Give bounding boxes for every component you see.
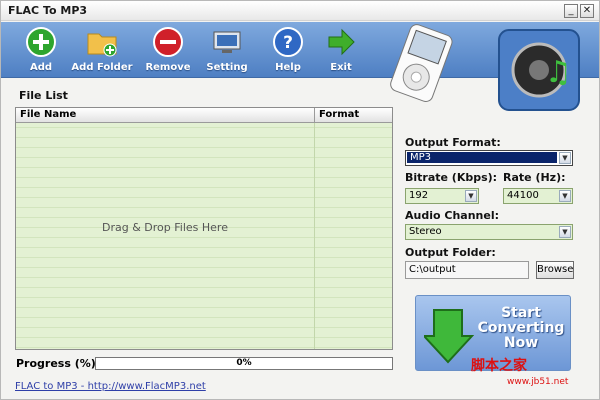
file-list-label: File List [19,89,68,102]
watermark-text: 脚本之家 [471,358,527,374]
bitrate-value: 192 [409,190,429,201]
setting-button[interactable]: Setting [196,24,258,76]
help-icon: ? [273,27,303,57]
exit-button[interactable]: Exit [310,24,372,76]
output-folder-input[interactable]: C:\output [405,261,529,279]
window-title: FLAC To MP3 [8,4,88,17]
bitrate-select[interactable]: 192 ▼ [405,188,479,204]
minus-circle-icon [153,27,183,57]
folder-add-icon [87,33,117,57]
chevron-down-icon[interactable]: ▼ [559,152,571,164]
minimize-button[interactable]: _ [564,4,578,18]
output-format-select[interactable]: MP3 ▼ [405,150,573,166]
column-file-name[interactable]: File Name [20,109,76,120]
progress-text: 0% [236,358,252,368]
audio-channel-select[interactable]: Stereo ▼ [405,224,573,240]
bitrate-label: Bitrate (Kbps): [405,171,498,184]
file-list-header: File Name Format [16,108,392,123]
output-format-label: Output Format: [405,136,501,149]
start-line-2: Converting [477,320,565,336]
start-line-1: Start [501,305,541,321]
start-line-3: Now [503,335,539,351]
output-format-value: MP3 [407,152,557,163]
column-separator [314,123,315,349]
exit-button-label: Exit [330,62,352,73]
chevron-down-icon[interactable]: ▼ [465,190,477,202]
add-folder-button[interactable]: Add Folder [71,24,133,76]
rate-label: Rate (Hz): [503,171,566,184]
rate-value: 44100 [507,190,539,201]
svg-text:?: ? [283,33,293,53]
add-button-label: Add [29,62,53,73]
close-button[interactable]: ✕ [580,4,594,18]
output-folder-label: Output Folder: [405,246,496,259]
watermark-url: www.jb51.net [507,377,569,387]
chevron-down-icon[interactable]: ▼ [559,190,571,202]
chevron-down-icon[interactable]: ▼ [559,226,571,238]
column-divider [314,108,315,123]
ipod-icon [390,24,453,103]
file-list[interactable]: File Name Format Drag & Drop Files Here [15,107,393,350]
progress-bar: 0% [95,357,393,370]
start-button-text: Start Converting Now [474,306,568,351]
arrow-right-icon [328,28,355,56]
audio-channel-label: Audio Channel: [405,209,499,222]
audio-channel-value: Stereo [409,226,442,237]
toolbar: Add Add Folder Remove Setting ? Help Exi… [1,22,599,111]
website-link[interactable]: FLAC to MP3 - http://www.FlacMP3.net [15,381,206,392]
column-format[interactable]: Format [319,109,359,120]
add-button[interactable]: Add [10,24,72,76]
monitor-icon [213,31,241,53]
add-folder-button-label: Add Folder [71,62,133,73]
app-window: FLAC To MP3 _ ✕ Add Add Folder Remove Se… [0,0,600,400]
remove-button[interactable]: Remove [137,24,199,76]
speaker-music-icon: ♫ [498,29,580,111]
drop-hint: Drag & Drop Files Here [102,221,228,234]
svg-text:♫: ♫ [545,55,572,90]
setting-button-label: Setting [206,62,248,73]
remove-button-label: Remove [145,62,191,73]
browse-button[interactable]: Browse [536,261,574,279]
arrow-down-icon [424,309,474,364]
plus-circle-icon [26,27,56,57]
rate-select[interactable]: 44100 ▼ [503,188,573,204]
progress-label: Progress (%): [16,357,101,370]
title-bar: FLAC To MP3 _ ✕ [1,1,599,21]
